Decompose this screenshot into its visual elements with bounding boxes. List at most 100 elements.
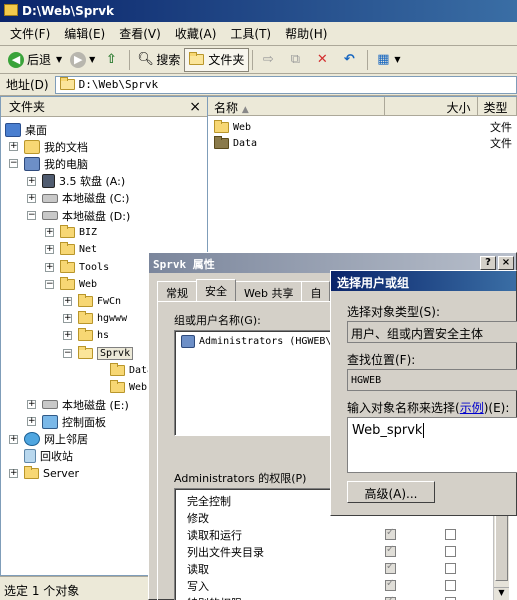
permission-label: 完全控制 [187,495,231,508]
undo-button[interactable]: ↶ [337,48,364,72]
copy-to-icon: ⧉ [290,51,300,67]
deny-checkbox[interactable] [445,546,456,557]
advanced-button[interactable]: 高级(A)... [347,481,435,503]
tree-item-label: 网上邻居 [44,433,88,447]
forward-button[interactable]: ▶ ▼ [66,48,99,72]
expand-icon[interactable]: + [27,176,36,186]
search-button[interactable]: 🔍︎ 搜索 [133,48,184,72]
help-button[interactable]: ? [480,256,496,270]
tree-item[interactable]: 桌面 [5,121,47,138]
delete-button[interactable]: ✕ [310,48,337,72]
close-button[interactable]: × [498,256,514,270]
status-text: 选定 1 个对象 [4,584,80,598]
tree-item[interactable]: 回收站 [24,448,73,465]
allow-checkbox[interactable] [385,578,396,591]
tab-security[interactable]: 安全 [196,279,236,301]
tree-item[interactable]: +3.5 软盘 (A:) [27,173,125,190]
toolbar-separator [367,49,369,70]
expand-icon[interactable]: + [27,417,36,427]
menu-tools[interactable]: 工具(T) [224,25,279,42]
tree-item[interactable]: + Tools [45,259,109,276]
collapse-icon[interactable]: − [9,159,18,169]
address-input[interactable]: D:\Web\Sprvk [54,75,517,94]
expand-icon[interactable]: + [63,297,72,306]
back-button[interactable]: ◀ 后退 ▼ [4,48,66,72]
tab-web-sharing[interactable]: Web 共享 [235,281,303,301]
collapse-icon[interactable]: − [27,211,36,220]
window-title-bar: D:\Web\Sprvk [0,0,517,22]
move-to-button[interactable]: ⇨ [256,48,283,72]
tree-item[interactable]: − 本地磁盘 (D:) [27,207,130,224]
expand-icon[interactable]: + [9,142,18,152]
column-type[interactable]: 类型 [478,97,517,115]
deny-checkbox[interactable] [445,580,456,591]
recycle-bin-icon [24,449,36,464]
chevron-down-icon[interactable]: ▼ [89,55,95,64]
tree-item-label: hgwww [97,313,128,325]
list-item[interactable]: Data [214,135,257,151]
menu-help[interactable]: 帮助(H) [279,25,335,42]
examples-link[interactable]: 示例 [460,401,484,415]
tree-item-label: 3.5 软盘 (A:) [59,175,126,189]
tree-item[interactable]: − Sprvk [63,345,134,362]
tree-item[interactable]: + Net [45,241,97,258]
views-button[interactable]: ▦ ▼ [371,48,404,72]
tree-item[interactable]: + 我的文档 [9,138,88,155]
tree-item-label: BIZ [79,227,98,239]
allow-checkbox[interactable] [385,527,396,540]
collapse-icon[interactable]: − [63,348,72,358]
menu-view[interactable]: 查看(V) [113,25,169,42]
expand-icon[interactable]: + [27,400,36,410]
deny-checkbox[interactable] [445,529,456,540]
collapse-icon[interactable]: − [45,279,54,289]
expand-icon[interactable]: + [9,434,18,444]
copy-to-button[interactable]: ⧉ [283,48,310,72]
folders-icon [189,52,205,65]
object-names-input[interactable]: Web_sprvk [347,417,517,473]
chevron-down-icon[interactable]: ▼ [56,55,62,64]
close-icon[interactable]: × [189,99,201,115]
tree-item[interactable]: + 本地磁盘 (E:) [27,396,129,413]
tab-custom[interactable]: 自 [301,281,331,301]
menu-favorites[interactable]: 收藏(A) [169,25,225,42]
chevron-down-icon: ▼ [394,55,401,64]
list-item[interactable]: Administrators (HGWEB\ [181,335,331,348]
tree-item[interactable]: + 本地磁盘 (C:) [27,190,129,207]
tree-item[interactable]: − Web [45,276,97,293]
list-item[interactable]: Web [214,119,251,135]
hard-disk-icon [42,211,58,220]
expand-icon[interactable]: + [45,262,54,272]
menu-edit[interactable]: 编辑(E) [58,25,113,42]
folders-button[interactable]: 文件夹 [184,47,250,72]
tree-item[interactable]: + hgwww [63,310,127,327]
menu-file[interactable]: 文件(F) [4,25,58,42]
tab-general[interactable]: 常规 [157,281,197,301]
tree-item[interactable]: Web [110,379,147,396]
expand-icon[interactable]: + [45,228,54,238]
tree-item[interactable]: + hs [63,327,109,344]
tree-item[interactable]: + 网上邻居 [9,431,88,448]
folder-icon [60,242,75,256]
expand-icon[interactable]: + [45,245,54,255]
tree-item[interactable]: − 我的电脑 [9,155,88,172]
tree-item[interactable]: + 控制面板 [27,413,106,430]
column-name[interactable]: 名称 ▲ [208,97,385,115]
tree-item[interactable]: + Server [9,465,79,482]
expand-icon[interactable]: + [63,331,72,341]
floppy-drive-icon [42,174,55,189]
expand-icon[interactable]: + [27,193,36,203]
scroll-down-icon[interactable]: ▼ [494,587,509,600]
tree-item[interactable]: Data [110,362,153,379]
allow-checkbox[interactable] [385,561,396,574]
sort-up-icon: ▲ [241,105,249,115]
up-folder-button[interactable]: ⇧ [99,48,126,72]
tree-item[interactable]: + FwCn [63,293,121,310]
expand-icon[interactable]: + [63,314,72,324]
tree-item-label: Web [79,278,98,290]
tree-item[interactable]: + BIZ [45,224,97,241]
expand-icon[interactable]: + [9,469,18,478]
allow-checkbox[interactable] [385,544,396,557]
deny-checkbox[interactable] [445,563,456,574]
column-size[interactable]: 大小 [385,97,478,115]
search-icon: 🔍︎ [137,51,154,67]
